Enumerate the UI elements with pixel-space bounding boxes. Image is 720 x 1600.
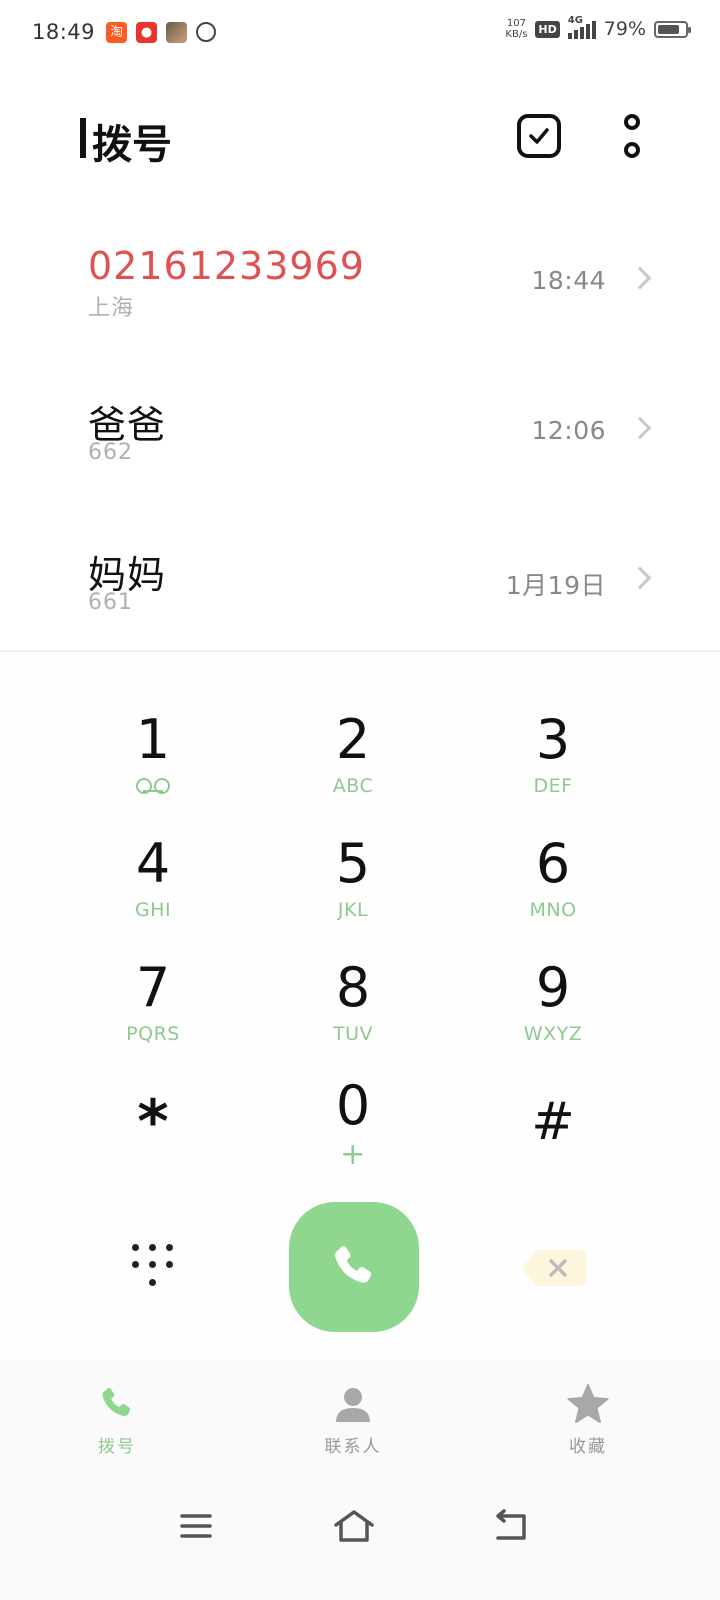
chevron-right-icon[interactable]	[628, 266, 652, 290]
key-4[interactable]: 4 GHI	[73, 832, 233, 932]
key-0[interactable]: 0 +	[273, 1074, 433, 1174]
backspace-icon	[522, 1250, 586, 1286]
dialpad: 1 2 ABC 3 DEF 4 GHI 5 JKL 6 MNO 7 PQRS 8…	[0, 650, 720, 1360]
checkmark-icon	[529, 128, 549, 144]
more-dot-icon	[624, 114, 640, 130]
tab-label: 拨号	[98, 1437, 136, 1457]
more-options-button[interactable]	[618, 114, 646, 158]
status-time: 18:49	[32, 20, 96, 44]
system-navigation-bar	[0, 1472, 720, 1600]
tab-label: 联系人	[324, 1437, 382, 1457]
status-bar: 18:49 淘 ● 107 KB/s HD 4G 79%	[0, 0, 720, 66]
key-3[interactable]: 3 DEF	[473, 708, 633, 808]
hd-badge: HD	[535, 20, 560, 38]
page-title: 拨号	[92, 122, 172, 168]
key-6[interactable]: 6 MNO	[473, 832, 633, 932]
delete-button[interactable]	[518, 1248, 590, 1288]
sync-icon	[196, 22, 216, 42]
network-speed: 107 KB/s	[505, 18, 528, 40]
call-log-item[interactable]: 爸爸 662 12:06	[0, 380, 720, 510]
home-icon	[334, 1510, 374, 1542]
call-location: 上海	[88, 296, 135, 321]
select-button[interactable]	[517, 114, 561, 158]
title-accent-bar	[80, 118, 86, 158]
tab-dial[interactable]: 拨号	[57, 1384, 177, 1457]
key-5[interactable]: 5 JKL	[273, 832, 433, 932]
key-9[interactable]: 9 WXYZ	[473, 956, 633, 1056]
call-log-item[interactable]: 妈妈 661 1月19日	[0, 530, 720, 660]
key-8[interactable]: 8 TUV	[273, 956, 433, 1056]
phone-icon	[335, 1246, 372, 1283]
home-button[interactable]	[332, 1508, 376, 1544]
dialpad-toggle-button[interactable]	[120, 1242, 184, 1306]
call-button[interactable]	[289, 1202, 419, 1332]
red-app-icon: ●	[136, 22, 157, 43]
phone-icon	[102, 1387, 131, 1417]
call-number: 661	[88, 590, 133, 615]
status-indicators: 107 KB/s HD 4G 79%	[505, 15, 691, 40]
tab-favorites[interactable]: 收藏	[528, 1384, 648, 1457]
call-time: 18:44	[531, 266, 606, 295]
signal-icon: 4G	[567, 15, 596, 39]
battery-icon	[654, 20, 691, 38]
battery-percent: 79%	[603, 18, 646, 40]
call-number: 02161233969	[88, 244, 365, 288]
call-log-item[interactable]: 02161233969 上海 18:44	[0, 230, 720, 360]
call-time: 12:06	[531, 416, 606, 445]
star-icon	[567, 1384, 609, 1423]
back-button[interactable]	[490, 1508, 534, 1544]
key-7[interactable]: 7 PQRS	[73, 956, 233, 1056]
chevron-right-icon[interactable]	[628, 416, 652, 440]
notification-icons: 淘 ●	[106, 22, 216, 43]
tab-contacts[interactable]: 联系人	[293, 1384, 413, 1457]
key-star[interactable]: *	[73, 1082, 233, 1182]
header: 拨号	[0, 100, 720, 180]
recent-apps-button[interactable]	[176, 1508, 220, 1544]
call-number: 662	[88, 440, 133, 465]
person-icon	[336, 1388, 370, 1422]
photo-app-icon	[166, 22, 187, 43]
menu-icon	[180, 1514, 212, 1538]
chevron-right-icon[interactable]	[628, 566, 652, 590]
voicemail-icon	[136, 778, 170, 794]
more-dot-icon	[624, 142, 640, 158]
key-1[interactable]: 1	[73, 708, 233, 808]
key-2[interactable]: 2 ABC	[273, 708, 433, 808]
bottom-nav: 拨号 联系人 收藏	[0, 1360, 720, 1472]
back-icon	[496, 1509, 526, 1540]
key-hash[interactable]: #	[473, 1082, 633, 1182]
taobao-app-icon: 淘	[106, 22, 127, 43]
call-time: 1月19日	[505, 571, 606, 600]
tab-label: 收藏	[569, 1437, 607, 1457]
